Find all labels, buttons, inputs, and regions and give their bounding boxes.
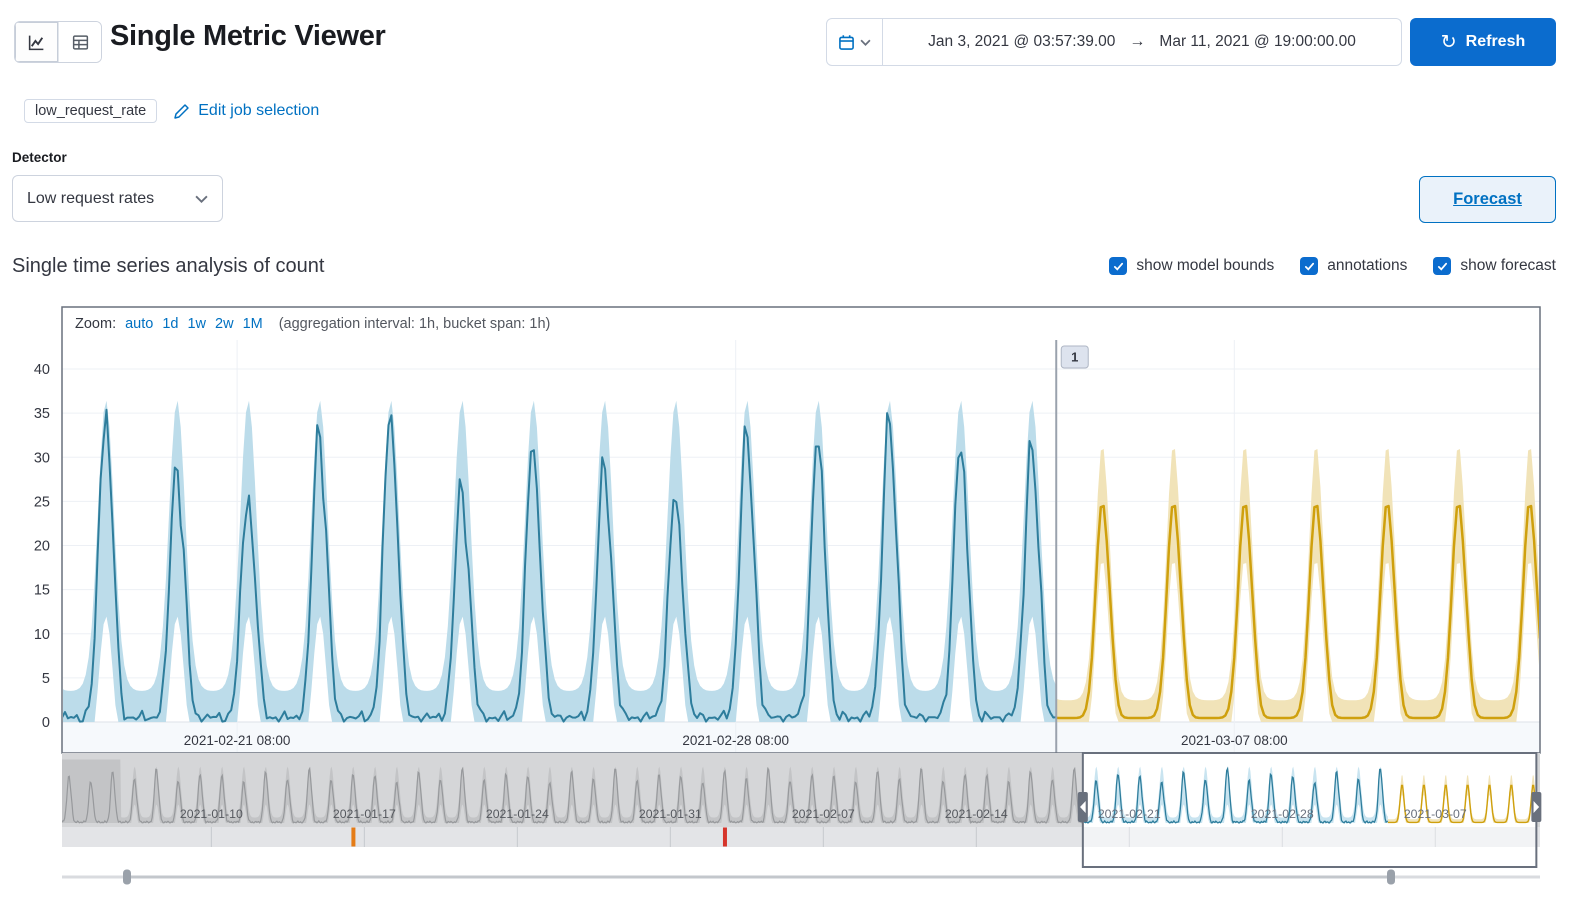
line-chart-icon xyxy=(28,35,44,50)
zoom-aggregation-note: (aggregation interval: 1h, bucket span: … xyxy=(278,316,551,332)
svg-text:2021-02-28 08:00: 2021-02-28 08:00 xyxy=(682,733,789,748)
toggle-label: annotations xyxy=(1327,257,1408,274)
edit-job-selection-label: Edit job selection xyxy=(198,102,320,119)
svg-text:30: 30 xyxy=(34,450,50,466)
svg-text:2021-02-21: 2021-02-21 xyxy=(1098,807,1161,821)
calendar-icon xyxy=(839,34,854,50)
svg-text:40: 40 xyxy=(34,362,50,378)
view-toggle-group xyxy=(14,21,102,63)
toggle-label: show model bounds xyxy=(1136,257,1275,274)
toggle-label: show forecast xyxy=(1460,257,1556,274)
pencil-icon xyxy=(174,103,189,119)
forecast-button[interactable]: Forecast xyxy=(1419,176,1556,223)
svg-text:2021-02-21 08:00: 2021-02-21 08:00 xyxy=(184,733,291,748)
zoom-option-1d[interactable]: 1d xyxy=(162,316,178,332)
svg-text:2021-01-31: 2021-01-31 xyxy=(639,807,702,821)
table-icon xyxy=(72,34,88,50)
analysis-heading: Single time series analysis of count xyxy=(12,255,325,277)
detector-label: Detector xyxy=(12,150,67,165)
context-chart[interactable]: 2021-01-10 2021-01-17 2021-01-24 2021-01-31… xyxy=(62,752,1542,868)
refresh-button[interactable]: ↻ Refresh xyxy=(1410,18,1556,66)
svg-text:2021-02-14: 2021-02-14 xyxy=(945,807,1008,821)
svg-text:20: 20 xyxy=(34,539,50,555)
detector-selected-value: Low request rates xyxy=(27,189,155,207)
range-scrollbar[interactable] xyxy=(62,869,1540,885)
svg-text:25: 25 xyxy=(34,494,50,510)
date-range-picker: Jan 3, 2021 @ 03:57:39.00 → Mar 11, 2021… xyxy=(826,18,1402,66)
zoom-option-1M[interactable]: 1M xyxy=(243,316,263,332)
svg-text:5: 5 xyxy=(42,671,50,687)
job-badge: low_request_rate xyxy=(24,99,158,123)
zoom-option-auto[interactable]: auto xyxy=(125,316,153,332)
svg-text:2021-01-10: 2021-01-10 xyxy=(180,807,243,821)
svg-text:2021-03-07: 2021-03-07 xyxy=(1404,807,1467,821)
date-range-values: Jan 3, 2021 @ 03:57:39.00 → Mar 11, 2021… xyxy=(883,19,1401,65)
svg-text:2021-03-07 08:00: 2021-03-07 08:00 xyxy=(1181,733,1288,748)
zoom-option-1w[interactable]: 1w xyxy=(187,316,206,332)
svg-text:1: 1 xyxy=(1071,350,1078,365)
checkbox-show-forecast xyxy=(1433,257,1452,275)
range-arrow: → xyxy=(1129,33,1146,50)
svg-text:2021-02-07: 2021-02-07 xyxy=(792,807,855,821)
svg-text:2021-01-24: 2021-01-24 xyxy=(486,807,549,821)
check-icon xyxy=(1304,262,1314,271)
chevron-down-icon xyxy=(195,195,208,203)
checkbox-model-bounds xyxy=(1109,257,1128,275)
check-icon xyxy=(1113,262,1123,271)
detector-select[interactable]: Low request rates xyxy=(12,175,223,222)
svg-text:0: 0 xyxy=(42,715,50,731)
job-selection-row: low_request_rate Edit job selection xyxy=(24,99,319,123)
zoom-label: Zoom: xyxy=(75,316,117,332)
table-view-button[interactable] xyxy=(58,22,101,62)
toggle-annotations[interactable]: annotations xyxy=(1300,257,1407,275)
zoom-bar: Zoom: auto 1d 1w 2w 1M (aggregation inte… xyxy=(75,316,550,332)
quick-select-button[interactable] xyxy=(827,19,883,65)
end-date-button[interactable]: Mar 11, 2021 @ 19:00:00.00 xyxy=(1159,33,1355,51)
edit-job-selection-link[interactable]: Edit job selection xyxy=(173,102,319,120)
chart-display-toggles: show model bounds annotations show forec… xyxy=(1109,248,1556,284)
chevron-down-icon xyxy=(860,39,871,46)
timeseries-charts[interactable]: 0 5 10 15 20 25 30 35 40 1 2021-02-21 08:00 2021-02… xyxy=(0,0,1584,904)
start-date-button[interactable]: Jan 3, 2021 @ 03:57:39.00 xyxy=(928,33,1115,51)
svg-text:10: 10 xyxy=(34,627,50,643)
refresh-label: Refresh xyxy=(1465,33,1526,50)
svg-text:2021-02-28: 2021-02-28 xyxy=(1251,807,1314,821)
page-title: Single Metric Viewer xyxy=(110,20,386,52)
svg-text:2021-01-17: 2021-01-17 xyxy=(333,807,396,821)
chart-view-button[interactable] xyxy=(15,22,58,62)
refresh-icon: ↻ xyxy=(1440,31,1457,53)
toggle-show-forecast[interactable]: show forecast xyxy=(1433,257,1556,275)
svg-text:35: 35 xyxy=(34,406,50,422)
focus-chart[interactable]: 0 5 10 15 20 25 30 35 40 1 2021-02-21 08:00 2021-02… xyxy=(34,306,1541,754)
checkbox-annotations xyxy=(1300,257,1319,275)
single-metric-viewer-page: 0 5 10 15 20 25 30 35 40 1 2021-02-21 08:00 2021-02… xyxy=(0,0,1584,904)
svg-text:15: 15 xyxy=(34,583,50,599)
zoom-option-2w[interactable]: 2w xyxy=(215,316,234,332)
toggle-show-model-bounds[interactable]: show model bounds xyxy=(1109,257,1274,275)
check-icon xyxy=(1437,262,1447,271)
